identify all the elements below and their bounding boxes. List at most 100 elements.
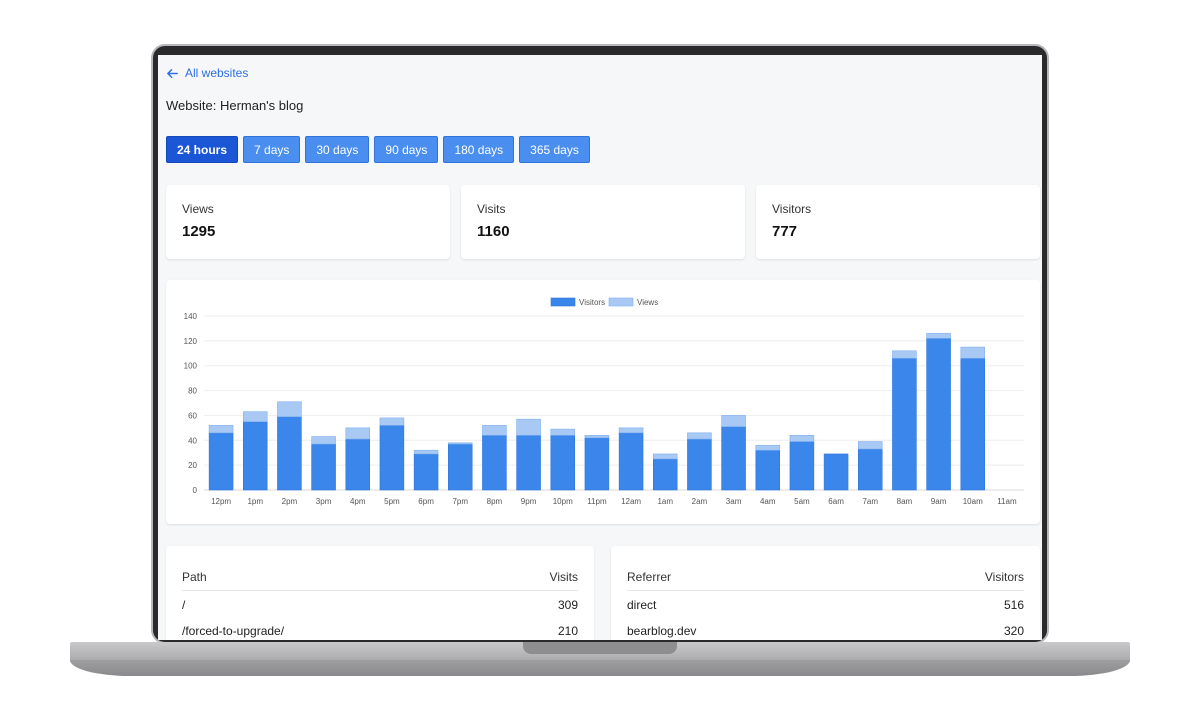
views-bar xyxy=(516,418,541,436)
x-tick-label: 6pm xyxy=(418,497,434,506)
x-tick-label: 11pm xyxy=(587,497,607,506)
x-tick-label: 7am xyxy=(862,497,878,506)
visitors-bar xyxy=(516,435,541,491)
x-tick-label: 11am xyxy=(997,497,1017,506)
legend-swatch-views xyxy=(608,297,634,307)
visitors-bar xyxy=(892,357,917,491)
visitors-bar xyxy=(857,448,883,491)
visitors-bar xyxy=(482,435,507,491)
x-tick-label: 9pm xyxy=(521,497,537,506)
views-bar xyxy=(311,436,336,445)
path-visits: 309 xyxy=(557,598,578,612)
x-tick-label: 10am xyxy=(963,497,983,506)
referrers-header-referrer: Referrer xyxy=(627,570,672,584)
x-tick-label: 1pm xyxy=(247,497,263,506)
paths-header-visits: Visits xyxy=(549,570,578,584)
traffic-chart-card: 0 20 40 60 80 100 120 140 12pm 1pm 2pm 3pm 4pm 5pm 6pm… xyxy=(166,280,1040,524)
views-bar xyxy=(755,444,781,451)
views-bar xyxy=(277,401,302,417)
traffic-chart: 0 20 40 60 80 100 120 140 12pm 1pm 2pm 3pm 4pm 5pm 6pm… xyxy=(184,297,1024,506)
range-7-days-button[interactable]: 7 days xyxy=(243,136,301,163)
views-bar xyxy=(482,425,507,436)
views-bar xyxy=(447,442,473,445)
visitors-bar xyxy=(755,449,781,491)
visitors-bar xyxy=(584,437,610,491)
x-tick-label: 9am xyxy=(931,497,947,506)
visitors-bar xyxy=(311,443,336,491)
range-24-hours-button[interactable]: 24 hours xyxy=(166,136,239,163)
referrer-visitors: 320 xyxy=(1003,624,1024,638)
legend-label-views: Views xyxy=(637,298,658,307)
x-tick-label: 3am xyxy=(726,497,742,506)
views-bar xyxy=(652,453,678,460)
page-title: Website: Herman's blog xyxy=(166,98,304,113)
visitors-bar xyxy=(242,421,268,491)
visitors-bar xyxy=(926,338,951,491)
views-bar xyxy=(687,432,712,440)
time-range-selector: 24 hours 7 days 30 days 90 days 180 days… xyxy=(166,136,590,163)
back-link[interactable]: All websites xyxy=(166,66,248,80)
stat-label: Visitors xyxy=(772,202,812,216)
views-bar xyxy=(960,346,986,359)
y-tick-label: 120 xyxy=(184,337,198,346)
y-tick-label: 100 xyxy=(184,362,198,371)
x-tick-label: 7pm xyxy=(452,497,468,506)
x-tick-label: 3pm xyxy=(316,497,332,506)
legend-swatch-visitors xyxy=(550,297,576,307)
arrow-left-icon xyxy=(167,68,178,78)
y-tick-label: 80 xyxy=(188,387,197,396)
views-bar xyxy=(892,350,917,359)
x-tick-label: 5am xyxy=(794,497,810,506)
range-30-days-button[interactable]: 30 days xyxy=(305,136,370,163)
y-tick-label: 140 xyxy=(184,312,198,321)
y-tick-label: 0 xyxy=(193,486,198,495)
referrer-name: direct xyxy=(627,598,657,612)
visitors-bar xyxy=(413,453,439,491)
visitors-bar xyxy=(277,416,302,491)
range-180-days-button[interactable]: 180 days xyxy=(443,136,515,163)
x-tick-label: 4am xyxy=(760,497,776,506)
views-bar xyxy=(926,333,951,339)
screen: All websites Website: Herman's blog 24 h… xyxy=(158,55,1042,640)
referrers-header-visitors: Visitors xyxy=(984,570,1024,584)
visitors-bar xyxy=(687,438,712,491)
paths-table: Path Visits / 309 /forced-to-upgrade/ 21… xyxy=(166,546,594,640)
path-link[interactable]: /forced-to-upgrade/ xyxy=(182,624,284,638)
x-tick-label: 12pm xyxy=(211,497,231,506)
x-tick-label: 8pm xyxy=(487,497,503,506)
views-bar xyxy=(618,427,644,434)
x-tick-label: 4pm xyxy=(350,497,366,506)
x-tick-label: 2am xyxy=(692,497,708,506)
referrers-table: Referrer Visitors direct 516 bearblog.de… xyxy=(611,546,1040,640)
legend-label-visitors: Visitors xyxy=(579,298,605,307)
y-tick-label: 40 xyxy=(188,436,197,445)
y-tick-label: 60 xyxy=(188,411,197,420)
x-tick-label: 5pm xyxy=(384,497,400,506)
x-tick-label: 8am xyxy=(897,497,913,506)
stat-value: 1295 xyxy=(182,223,216,240)
divider xyxy=(182,590,578,591)
stat-card-views: Views 1295 xyxy=(166,185,450,259)
divider xyxy=(627,590,1024,591)
stat-label: Views xyxy=(182,202,214,216)
views-bar xyxy=(584,435,610,439)
range-90-days-button[interactable]: 90 days xyxy=(374,136,439,163)
views-bar xyxy=(242,411,268,422)
stat-label: Visits xyxy=(477,202,506,216)
laptop-base-edge xyxy=(70,660,1130,676)
visitors-bar xyxy=(789,441,815,491)
views-bar xyxy=(550,428,576,436)
range-365-days-button[interactable]: 365 days xyxy=(519,136,590,163)
back-link-label: All websites xyxy=(185,66,249,80)
views-bar xyxy=(857,441,883,450)
visitors-bar xyxy=(618,432,644,491)
views-bar xyxy=(721,415,746,427)
y-tick-label: 20 xyxy=(188,461,197,470)
visitors-bar xyxy=(652,458,678,491)
path-link[interactable]: / xyxy=(182,598,185,612)
visitors-bar xyxy=(447,443,473,491)
views-bar xyxy=(208,425,234,434)
visitors-bar xyxy=(823,453,849,491)
laptop-notch xyxy=(523,642,677,654)
visitors-bar xyxy=(721,426,746,491)
